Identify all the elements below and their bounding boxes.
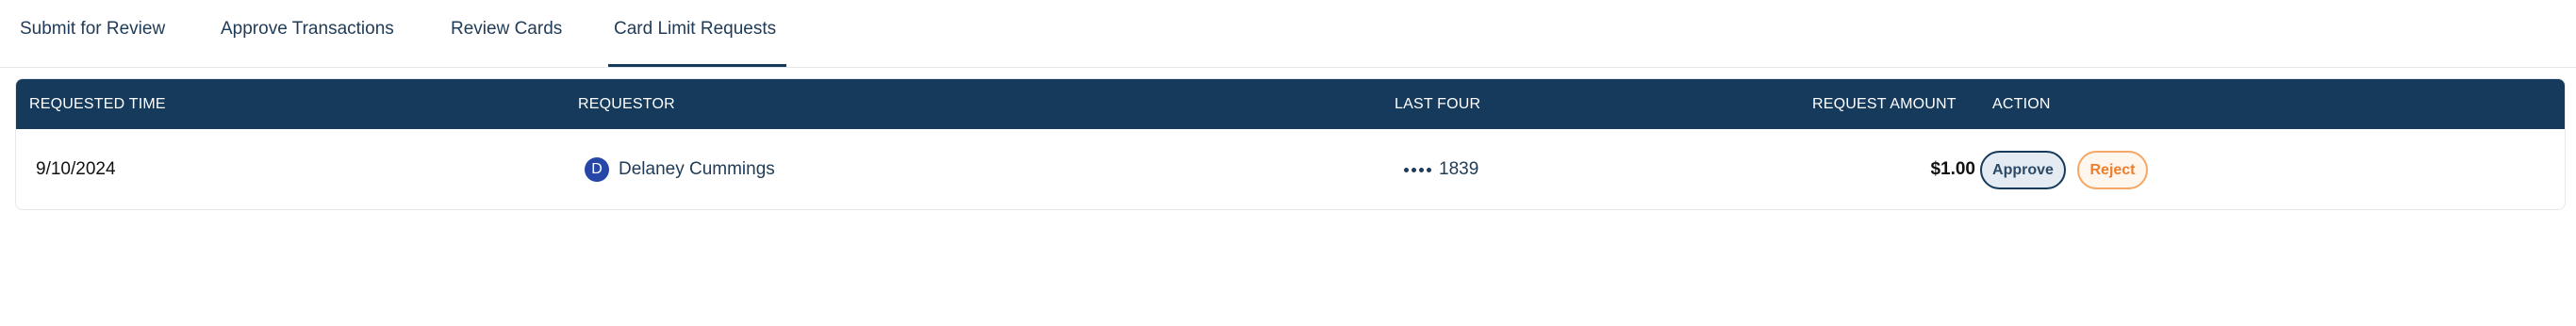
table-row: 9/10/2024 D Delaney Cummings 1839 $1.00 … <box>16 129 2565 209</box>
tab-approve-transactions[interactable]: Approve Transactions <box>221 0 394 66</box>
tab-review-cards[interactable]: Review Cards <box>451 0 562 66</box>
avatar: D <box>585 157 609 182</box>
requested-time-cell: 9/10/2024 <box>36 159 116 179</box>
card-limit-requests-table: REQUESTED TIME REQUESTOR LAST FOUR REQUE… <box>15 78 2566 210</box>
requestor-name: Delaney Cummings <box>619 159 775 179</box>
column-header-requestor: REQUESTOR <box>578 96 675 112</box>
masked-card-dots-icon <box>1404 168 1434 173</box>
column-header-request-amount: REQUEST AMOUNT <box>1812 96 1957 112</box>
column-header-requested-time: REQUESTED TIME <box>29 96 166 112</box>
column-header-action: ACTION <box>1992 96 2051 112</box>
active-tab-indicator <box>608 64 786 67</box>
column-header-last-four: LAST FOUR <box>1395 96 1481 112</box>
last-four-digits: 1839 <box>1439 159 1479 179</box>
tab-submit-for-review[interactable]: Submit for Review <box>20 0 165 66</box>
request-amount: $1.00 <box>1930 159 1975 179</box>
reject-button[interactable]: Reject <box>2077 151 2148 189</box>
approve-button[interactable]: Approve <box>1980 151 2066 189</box>
tab-card-limit-requests[interactable]: Card Limit Requests <box>614 0 776 66</box>
table-header: REQUESTED TIME REQUESTOR LAST FOUR REQUE… <box>16 79 2565 129</box>
tab-bar: Submit for Review Approve Transactions R… <box>0 0 2576 68</box>
